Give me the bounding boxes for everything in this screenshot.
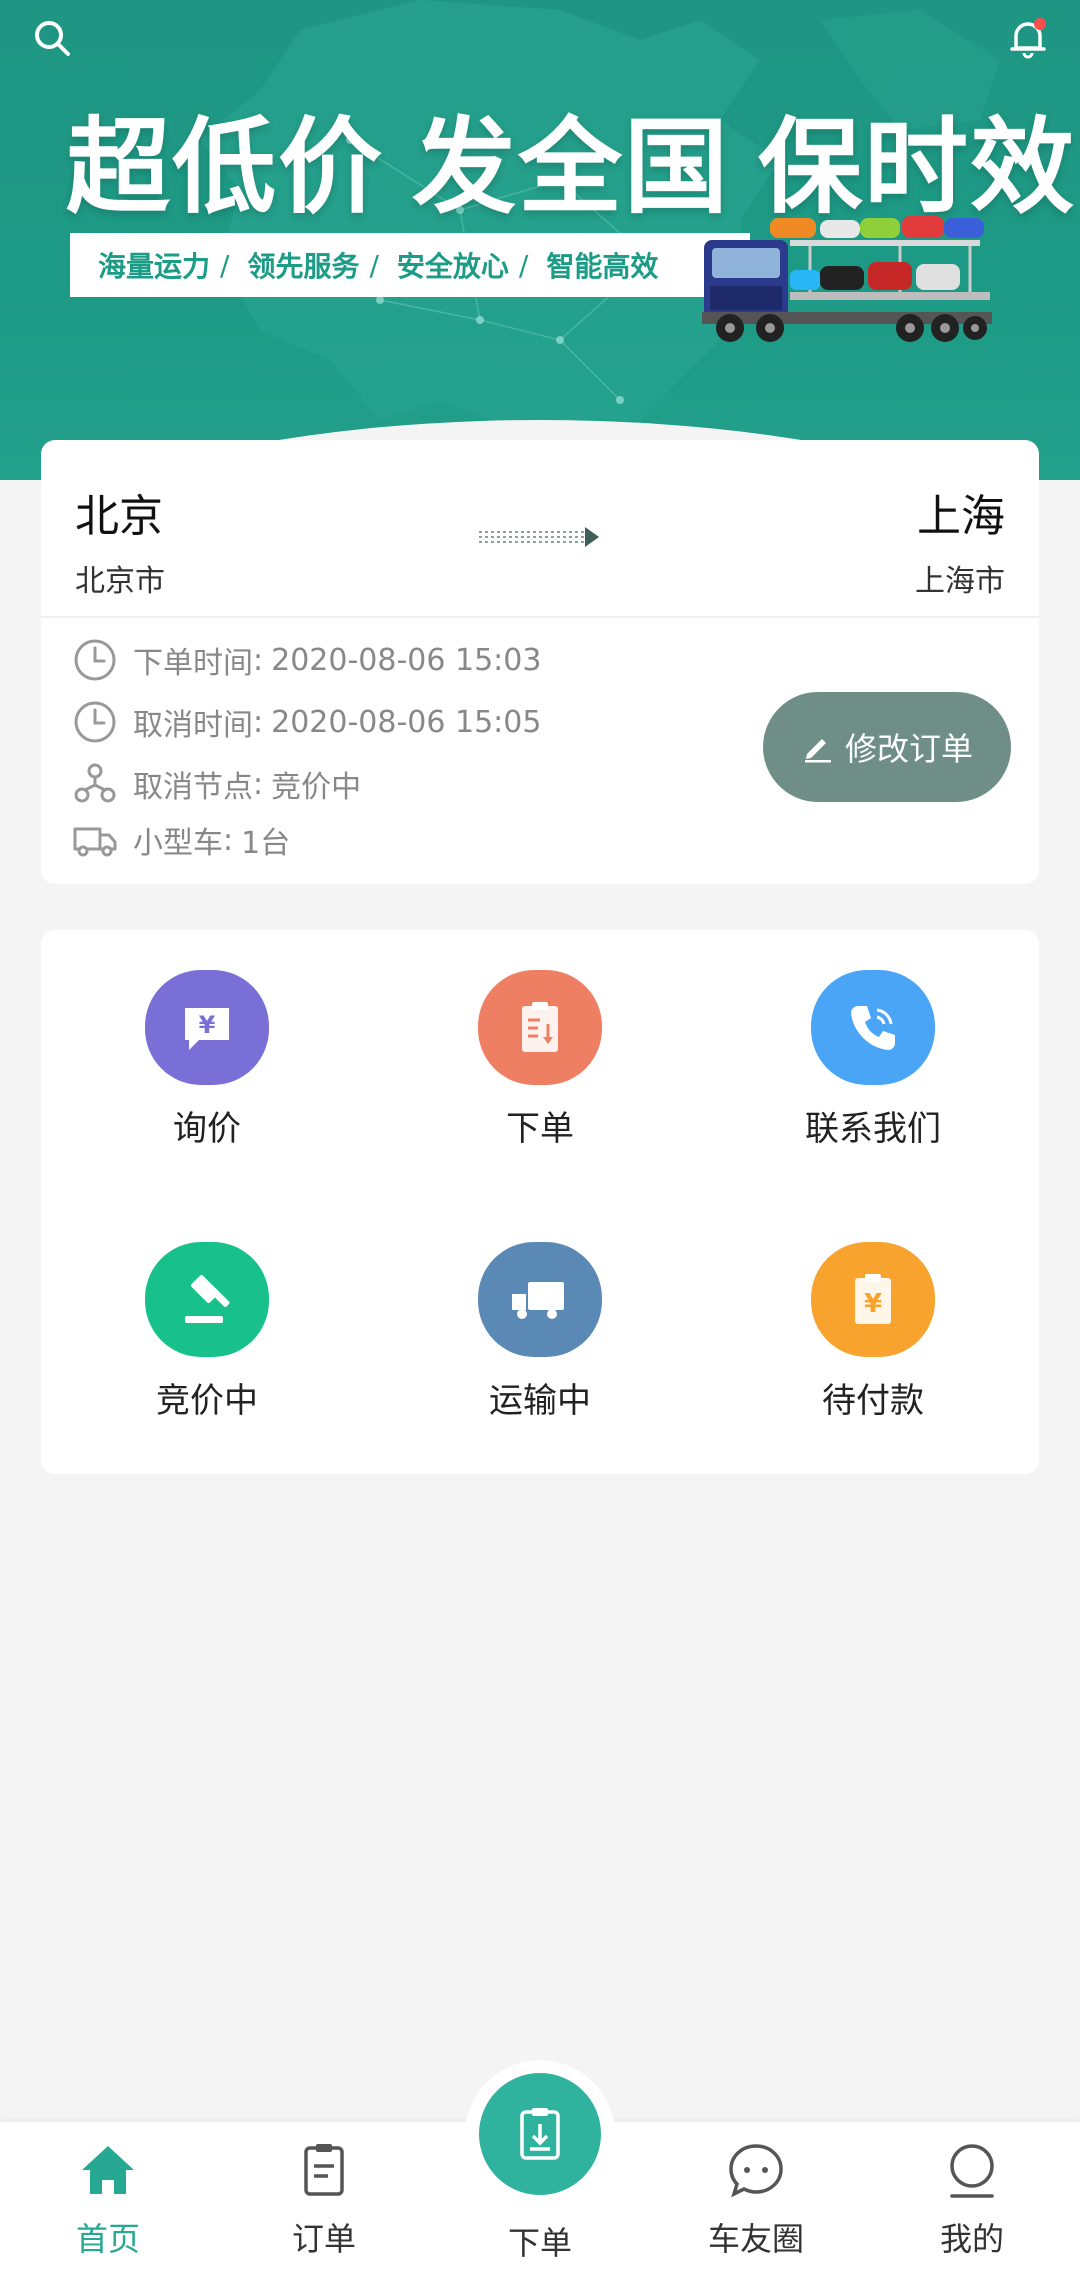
info-colon: : — [253, 704, 264, 740]
nav-mine[interactable]: 我的 — [864, 2138, 1080, 2268]
grid-label: 询价 — [173, 1109, 241, 1149]
place-order-button[interactable]: 下单 — [374, 930, 706, 1150]
info-label: 取消节点 — [133, 770, 253, 805]
info-colon: : — [223, 822, 234, 858]
nav-label: 车友圈 — [707, 2220, 804, 2258]
route-arrow-icon — [479, 527, 599, 547]
origin-city: 北京 — [75, 491, 163, 542]
search-button[interactable] — [24, 10, 80, 66]
car-carrier-truck-illustration — [702, 216, 992, 342]
info-value: 2020-08-06 15:03 — [271, 642, 542, 678]
info-value: 2020-08-06 15:05 — [271, 704, 542, 740]
notification-button[interactable] — [1000, 10, 1056, 66]
phone-icon — [811, 970, 935, 1085]
svg-text:¥: ¥ — [199, 1011, 216, 1039]
tag-separator: / — [518, 248, 529, 282]
info-colon: : — [253, 766, 264, 802]
node-icon — [71, 760, 119, 808]
nav-label: 首页 — [75, 2220, 140, 2258]
grid-label: 运输中 — [489, 1381, 591, 1421]
grid-label: 下单 — [506, 1109, 574, 1149]
slogan-part: 超低价 — [66, 106, 385, 228]
order-time-row: 下单时间: 2020-08-06 15:03 — [71, 636, 541, 684]
svg-text:¥: ¥ — [864, 1289, 882, 1319]
tag-separator: / — [220, 248, 230, 282]
chat-bubble-icon — [724, 2138, 788, 2202]
vehicle-row: 小型车: 1台 — [71, 816, 290, 864]
profile-icon — [940, 2138, 1004, 2202]
yen-message-icon: ¥ — [145, 970, 269, 1085]
clipboard-download-icon — [520, 2108, 560, 2160]
destination-city-sub: 上海市 — [915, 564, 1005, 599]
truck-icon — [478, 1242, 602, 1357]
cancel-time-row: 取消时间: 2020-08-06 15:05 — [71, 698, 541, 746]
tag-separator: / — [369, 248, 379, 282]
nav-orders[interactable]: 订单 — [216, 2138, 432, 2268]
grid-label: 联系我们 — [805, 1109, 941, 1149]
grid-label: 竞价中 — [156, 1381, 258, 1421]
info-colon: : — [253, 642, 264, 678]
truck-icon — [71, 816, 119, 864]
banner-tag: 智能高效 — [546, 250, 659, 283]
nav-label: 订单 — [291, 2220, 356, 2258]
bidding-button[interactable]: 竞价中 — [41, 1202, 373, 1422]
clipboard-download-icon — [478, 970, 602, 1085]
order-card[interactable]: 北京 北京市 上海 上海市 下单时间: 2020-08-06 15:03 取消时… — [41, 440, 1039, 884]
search-icon — [35, 21, 70, 56]
nav-home[interactable]: 首页 — [0, 2138, 216, 2268]
cancel-node-row: 取消节点: 竞价中 — [71, 760, 361, 808]
nav-place-order-button[interactable] — [479, 2073, 601, 2195]
banner-tag-bar: 海量运力 / 领先服务 / 安全放心 / 智能高效 — [70, 233, 750, 297]
inquiry-button[interactable]: ¥ 询价 — [41, 930, 373, 1150]
clock-icon — [71, 636, 119, 684]
grid-label: 待付款 — [822, 1381, 924, 1421]
destination-city: 上海 — [917, 491, 1005, 542]
origin-city-sub: 北京市 — [75, 564, 165, 599]
info-label: 取消时间 — [133, 708, 253, 743]
gavel-icon — [145, 1242, 269, 1357]
banner-tag: 海量运力 — [98, 250, 211, 283]
pending-payment-button[interactable]: ¥ 待付款 — [707, 1202, 1039, 1422]
quick-actions-card: ¥ 询价 下单 联系我们 竞价中 运输中 ¥ 待付款 — [41, 930, 1039, 1474]
banner-tag: 领先服务 — [247, 250, 360, 283]
divider — [41, 616, 1039, 618]
clock-icon — [71, 698, 119, 746]
home-icon — [76, 2138, 140, 2202]
info-label: 下单时间 — [133, 646, 253, 681]
yen-clipboard-icon: ¥ — [811, 1242, 935, 1357]
in-transit-button[interactable]: 运输中 — [374, 1202, 706, 1422]
modify-order-label: 修改订单 — [844, 730, 973, 768]
edit-icon — [801, 730, 835, 764]
contact-us-button[interactable]: 联系我们 — [707, 930, 1039, 1150]
slogan-part: 发全国 — [412, 106, 731, 228]
info-value: 1台 — [241, 826, 291, 861]
info-label: 小型车 — [133, 826, 223, 861]
nav-label: 我的 — [939, 2220, 1004, 2258]
notification-dot — [1034, 18, 1046, 30]
nav-community[interactable]: 车友圈 — [648, 2138, 864, 2268]
nav-place-order-label: 下单 — [507, 2224, 572, 2262]
order-list-icon — [292, 2138, 356, 2202]
modify-order-button[interactable]: 修改订单 — [763, 692, 1011, 802]
info-value: 竞价中 — [271, 770, 362, 805]
banner-tag: 安全放心 — [396, 250, 509, 283]
